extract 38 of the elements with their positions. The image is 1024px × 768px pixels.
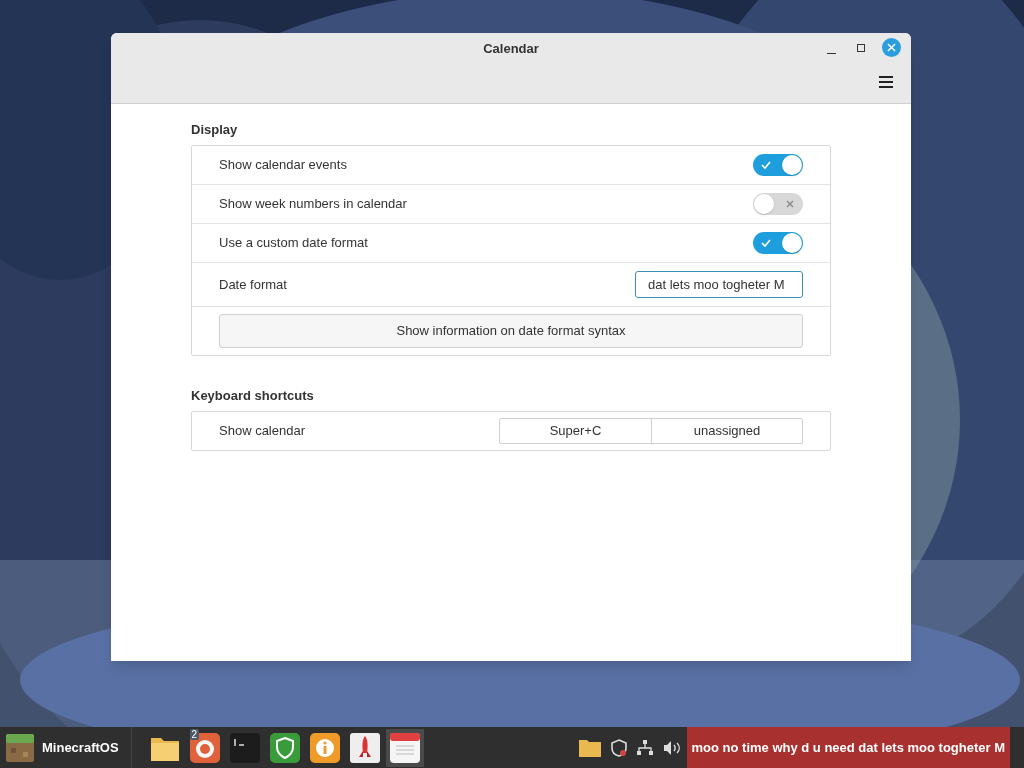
launcher-button[interactable]	[385, 728, 424, 767]
shield-icon	[610, 738, 627, 757]
launcher-button[interactable]: 2	[185, 728, 224, 767]
toggle-switch[interactable]	[753, 154, 803, 176]
syntax-info-button[interactable]: Show information on date format syntax	[219, 314, 803, 348]
network-icon	[636, 739, 653, 756]
shield-icon	[269, 732, 300, 763]
cross-icon	[786, 200, 794, 208]
grass-block-icon	[6, 733, 34, 762]
start-menu-button[interactable]: MinecraftOS	[0, 727, 132, 768]
folder-icon	[578, 738, 601, 757]
section-title: Keyboard shortcuts	[191, 387, 315, 405]
info-icon	[309, 732, 340, 763]
shortcut-button[interactable]: Super+C	[500, 419, 651, 443]
close-button[interactable]	[882, 38, 901, 57]
check-icon	[761, 238, 771, 248]
terminal-icon	[229, 732, 260, 763]
check-icon	[761, 160, 771, 170]
setting-label: Date format	[219, 275, 287, 294]
applet-text: moo no time why d u need dat lets moo togheter M	[686, 727, 1010, 768]
section-title: Display	[191, 121, 239, 139]
shortcut-button[interactable]: unassigned	[651, 419, 802, 443]
date-format-field[interactable]: dat lets moo togheter M	[635, 271, 803, 298]
calendar-icon	[389, 732, 420, 763]
window-title: Calendar	[482, 40, 540, 58]
setting-label: Show week numbers in calendar	[219, 195, 407, 214]
toggle-switch[interactable]	[753, 232, 803, 254]
close-icon	[887, 43, 896, 52]
setting-label: Show calendar events	[219, 156, 347, 175]
menu-icon	[879, 76, 893, 88]
setting-label: Show calendar	[219, 422, 305, 441]
browser-icon	[189, 732, 220, 763]
volume-icon	[662, 739, 681, 756]
setting-label: Use a custom date format	[219, 234, 368, 253]
rocket-icon	[349, 732, 380, 763]
menu-button[interactable]	[878, 74, 894, 90]
notification-badge: 2	[189, 728, 200, 740]
toggle-switch[interactable]	[753, 193, 803, 215]
